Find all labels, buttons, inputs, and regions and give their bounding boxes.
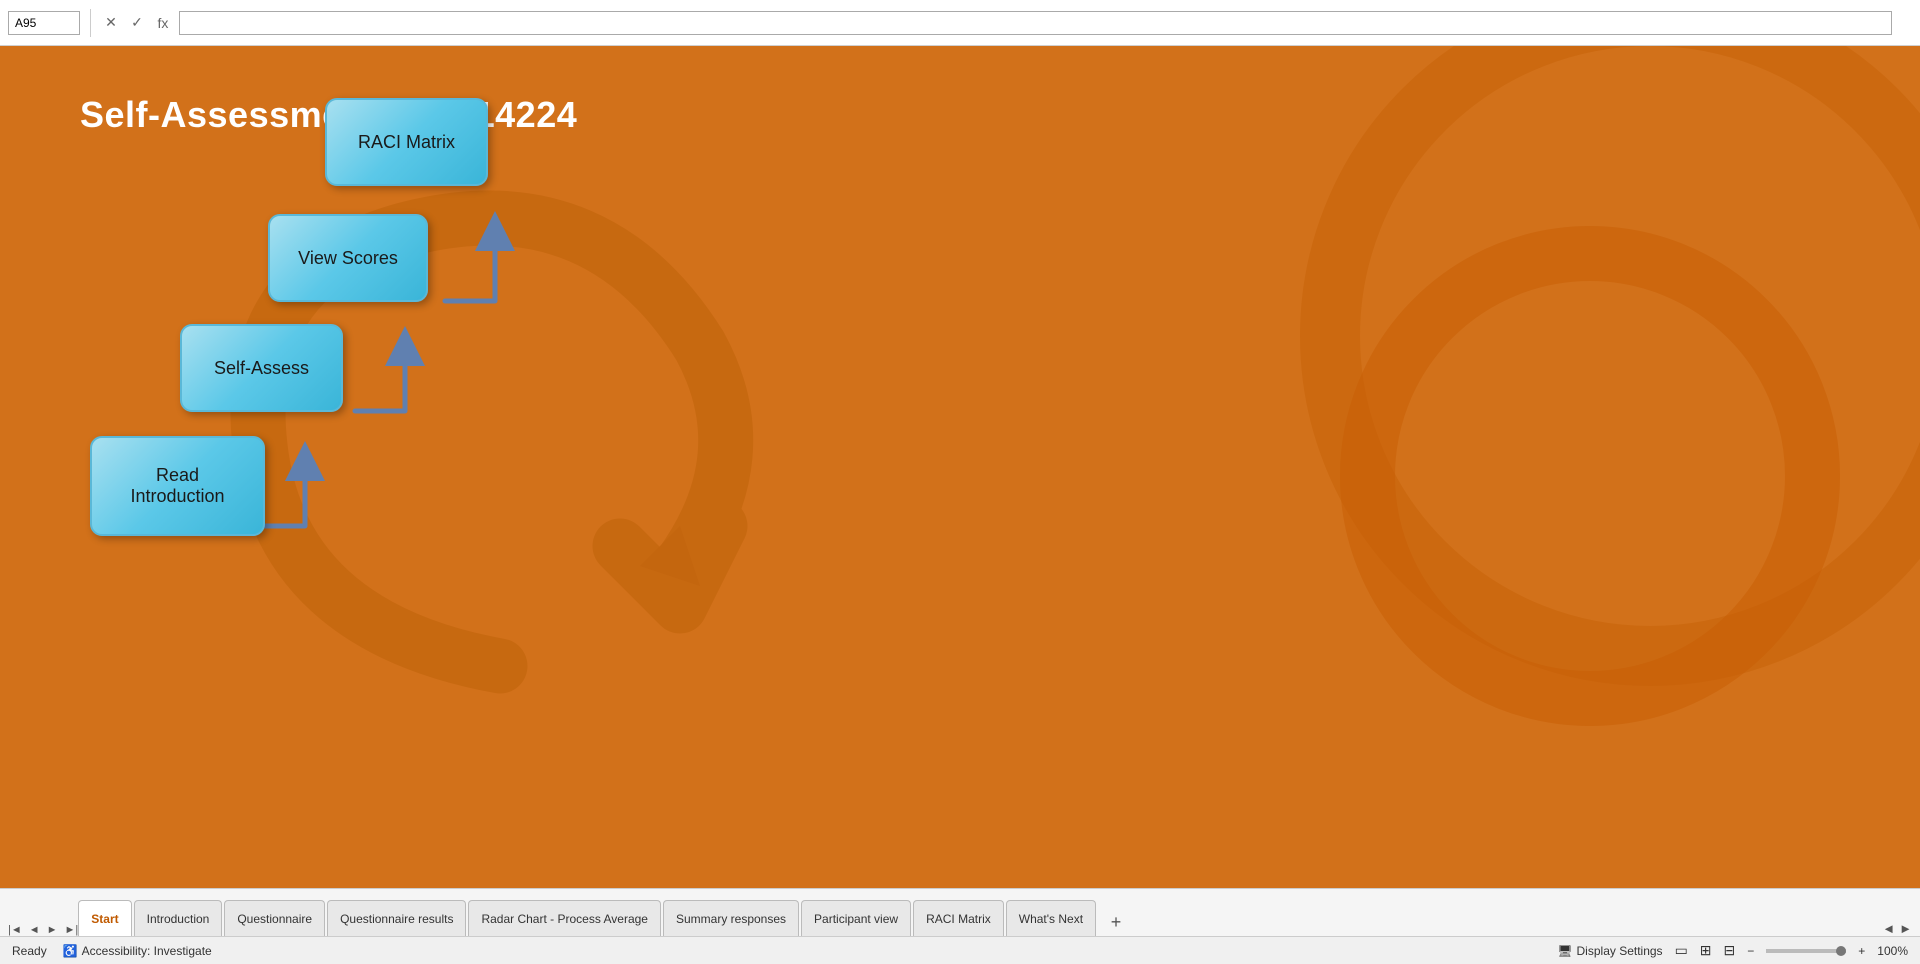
sheet-scroll-right[interactable]: ►: [1899, 921, 1912, 936]
fx-icon[interactable]: fx: [153, 13, 173, 33]
tab-questionnaire-results[interactable]: Questionnaire results: [327, 900, 466, 936]
watermark-circle-outer: [1300, 46, 1920, 686]
scroll-first-sheet[interactable]: |◄: [8, 924, 22, 936]
raci-matrix-button[interactable]: RACI Matrix: [325, 98, 488, 186]
zoom-slider-thumb[interactable]: [1836, 946, 1846, 956]
sheet-nav-controls: |◄ ◄ ► ►|: [8, 924, 78, 936]
display-settings-icon: 🖥: [1557, 944, 1572, 958]
tab-whats-next[interactable]: What's Next: [1006, 900, 1096, 936]
zoom-in-button[interactable]: +: [1858, 944, 1865, 958]
tab-questionnaire[interactable]: Questionnaire: [224, 900, 325, 936]
status-bar: Ready ♿ Accessibility: Investigate 🖥 Dis…: [0, 936, 1920, 964]
sheet-scroll-left[interactable]: ◄: [1882, 921, 1895, 936]
view-normal-icon[interactable]: ▭: [1675, 942, 1688, 959]
ready-status: Ready: [12, 944, 47, 958]
watermark-circle-inner: [1340, 226, 1840, 726]
self-assess-button[interactable]: Self-Assess: [180, 324, 343, 412]
scroll-next-sheet[interactable]: ►: [47, 924, 58, 936]
accessibility-icon: ♿: [63, 944, 78, 958]
main-content-area: Self-Assessment: ISO 14224 ReadIntroduct…: [0, 46, 1920, 888]
sheet-tab-bar: |◄ ◄ ► ►| Start Introduction Questionnai…: [0, 888, 1920, 936]
read-introduction-button[interactable]: ReadIntroduction: [90, 436, 265, 536]
tab-start[interactable]: Start: [78, 900, 131, 936]
tab-raci-matrix[interactable]: RACI Matrix: [913, 900, 1004, 936]
view-scores-button[interactable]: View Scores: [268, 214, 428, 302]
view-pagebreak-icon[interactable]: ⊟: [1724, 942, 1736, 959]
scroll-last-sheet[interactable]: ►|: [65, 924, 79, 936]
add-sheet-button[interactable]: +: [1102, 908, 1130, 936]
accessibility-text: Accessibility: Investigate: [82, 944, 212, 958]
accessibility-group[interactable]: ♿ Accessibility: Investigate: [63, 944, 212, 958]
display-settings-button[interactable]: 🖥 Display Settings: [1557, 944, 1662, 958]
cell-reference-box[interactable]: A95: [8, 11, 80, 35]
topbar-separator: [90, 9, 91, 37]
zoom-level: 100%: [1877, 944, 1908, 958]
zoom-out-button[interactable]: −: [1747, 944, 1754, 958]
scroll-prev-sheet[interactable]: ◄: [29, 924, 40, 936]
view-layout-icon[interactable]: ⊞: [1700, 942, 1712, 959]
tab-radar-chart[interactable]: Radar Chart - Process Average: [468, 900, 661, 936]
tab-summary-responses[interactable]: Summary responses: [663, 900, 799, 936]
confirm-icon[interactable]: ✓: [127, 13, 147, 33]
tab-introduction[interactable]: Introduction: [134, 900, 223, 936]
formula-input[interactable]: [179, 11, 1892, 35]
cancel-icon[interactable]: ✕: [101, 13, 121, 33]
display-settings-label: Display Settings: [1577, 944, 1663, 958]
status-left-group: Ready ♿ Accessibility: Investigate: [12, 944, 212, 958]
zoom-slider[interactable]: [1766, 949, 1846, 953]
tab-participant-view[interactable]: Participant view: [801, 900, 911, 936]
excel-formula-bar: A95 ✕ ✓ fx: [0, 0, 1920, 46]
status-right-group: 🖥 Display Settings ▭ ⊞ ⊟ − + 100%: [1557, 942, 1908, 959]
